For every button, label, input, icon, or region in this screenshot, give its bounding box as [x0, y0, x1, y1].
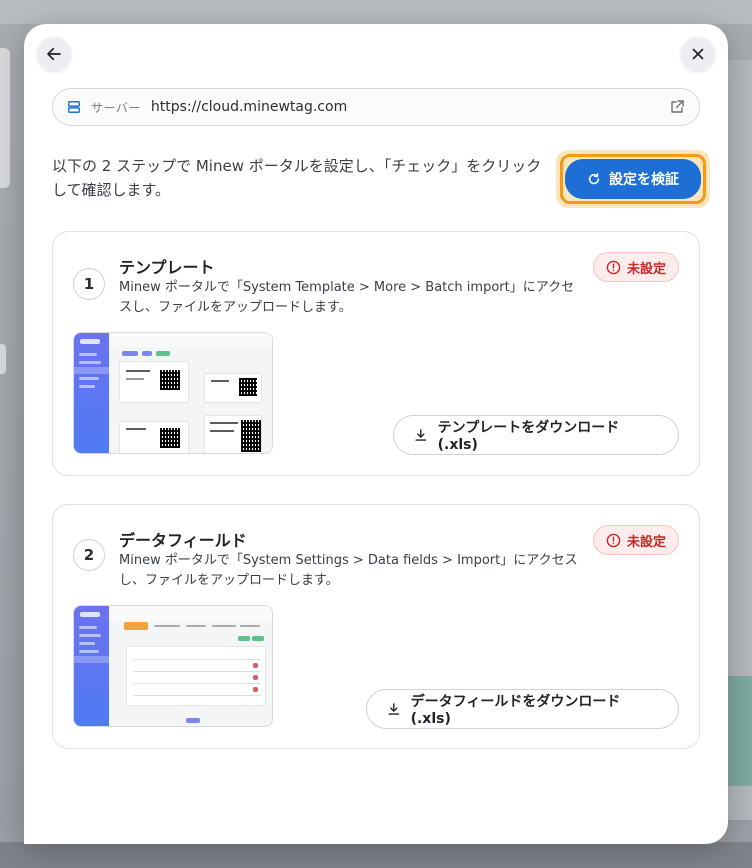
step-description: Minew ポータルで「System Template > More > Bat… [119, 280, 575, 315]
server-url: https://cloud.minewtag.com [150, 99, 348, 115]
download-template-label: テンプレートをダウンロード (.xls) [437, 420, 620, 453]
status-label: 未設定 [626, 261, 666, 277]
status-badge: 未設定 [592, 252, 679, 282]
step-card-template: 1 テンプレート Minew ポータルで「System Template > M… [52, 231, 700, 476]
download-data-fields-button[interactable]: データフィールドをダウンロード (.xls) [366, 689, 679, 729]
verify-settings-button[interactable]: 設定を検証 [560, 154, 706, 204]
download-icon [388, 703, 400, 715]
setup-modal: サーバー https://cloud.minewtag.com 以下の 2 ステ… [24, 24, 728, 844]
step-number: 1 [73, 268, 105, 300]
template-screenshot-thumbnail [73, 332, 273, 454]
alert-circle-icon [606, 260, 621, 274]
alert-circle-icon [606, 533, 621, 547]
background-left-pill [0, 344, 6, 374]
step-card-data-fields: 2 データフィールド Minew ポータルで「System Settings >… [52, 504, 700, 749]
verify-settings-label: 設定を検証 [609, 172, 679, 188]
close-button[interactable] [681, 37, 715, 71]
step-description: Minew ポータルで「System Settings > Data field… [119, 553, 578, 588]
step-title: データフィールド [119, 531, 247, 550]
status-label: 未設定 [626, 534, 666, 550]
status-badge: 未設定 [592, 525, 679, 555]
step-number: 2 [73, 539, 105, 571]
download-data-fields-label: データフィールドをダウンロード (.xls) [410, 694, 621, 727]
back-button[interactable] [37, 37, 71, 71]
server-icon [67, 100, 81, 114]
background-bottom-bar [0, 842, 752, 868]
server-url-field: サーバー https://cloud.minewtag.com [52, 88, 700, 126]
verify-button-highlight: 設定を検証 [556, 150, 710, 208]
refresh-icon [588, 172, 600, 185]
step-title: テンプレート [119, 258, 215, 277]
arrow-left-icon [47, 47, 61, 61]
download-icon [415, 429, 427, 441]
background-left-card [0, 48, 10, 188]
intro-text: 以下の 2 ステップで Minew ポータルを設定し、「チェック」をクリックして… [52, 157, 542, 199]
server-label: サーバー [91, 100, 141, 115]
download-template-button[interactable]: テンプレートをダウンロード (.xls) [393, 415, 679, 455]
external-link-icon[interactable] [669, 99, 685, 115]
background-topbar [0, 0, 752, 24]
close-icon [692, 48, 704, 60]
data-fields-screenshot-thumbnail [73, 605, 273, 727]
